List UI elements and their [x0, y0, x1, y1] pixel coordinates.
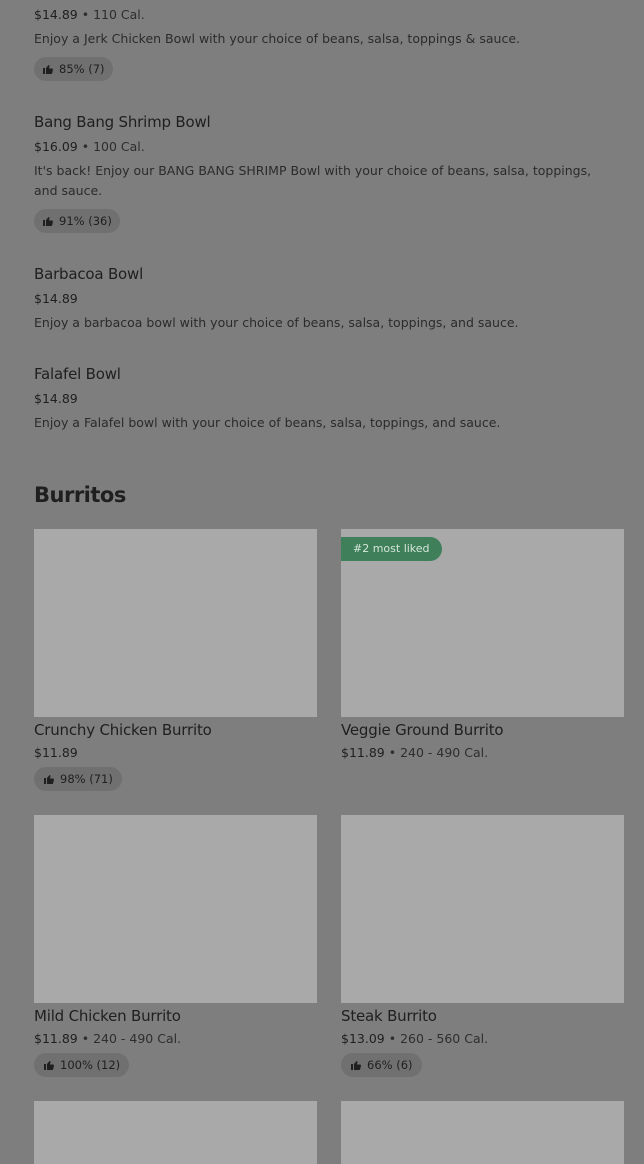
menu-item-name[interactable]: Falafel Bowl: [34, 365, 121, 383]
menu-item-price: $16.09 • 100 Cal.: [34, 139, 145, 154]
thumbs-up-icon: [43, 217, 53, 226]
thumbs-up-icon: [43, 65, 53, 74]
section-title: Burritos: [34, 483, 126, 507]
menu-item-price: $14.89: [34, 391, 78, 406]
menu-item-description: Enjoy a Falafel bowl with your choice of…: [34, 415, 501, 430]
menu-item-name[interactable]: Barbacoa Bowl: [34, 265, 143, 283]
menu-item-image[interactable]: [34, 815, 317, 1003]
rating-pill: 66% (6): [341, 1053, 422, 1077]
thumbs-up-icon: [351, 1061, 361, 1070]
menu-item-image[interactable]: [341, 815, 624, 1003]
menu-item-description: Enjoy a barbacoa bowl with your choice o…: [34, 315, 519, 330]
menu-item-price: $11.89 • 240 - 490 Cal.: [34, 1031, 182, 1046]
rating-pill: 100% (12): [34, 1053, 130, 1077]
menu-item-image[interactable]: [34, 1101, 317, 1164]
menu-item-image[interactable]: [34, 529, 317, 717]
menu-item-name[interactable]: Veggie Ground Burrito: [341, 721, 504, 739]
menu-item-description: It's back! Enjoy our BANG BANG SHRIMP Bo…: [34, 163, 592, 198]
menu-item-name[interactable]: Bang Bang Shrimp Bowl: [34, 113, 211, 131]
rating-pill: 98% (71): [34, 767, 122, 791]
menu-item-image[interactable]: [341, 1101, 624, 1164]
menu-item-price: $14.89 • 110 Cal.: [34, 7, 145, 22]
menu-item-name[interactable]: Mild Chicken Burrito: [34, 1007, 181, 1025]
menu-item-price: $11.89 • 240 - 490 Cal.: [341, 745, 489, 760]
rating-pill: 91% (36): [34, 209, 120, 233]
menu-item-price: $14.89: [34, 291, 78, 306]
menu-item-name[interactable]: Crunchy Chicken Burrito: [34, 721, 212, 739]
menu-item-name[interactable]: Steak Burrito: [341, 1007, 437, 1025]
menu-item-price: $13.09 • 260 - 560 Cal.: [341, 1031, 489, 1046]
most-liked-badge: #2 most liked: [341, 537, 442, 561]
menu-item-price: $11.89: [34, 745, 78, 760]
menu-item-description: Enjoy a Jerk Chicken Bowl with your choi…: [34, 31, 521, 46]
thumbs-up-icon: [44, 775, 54, 784]
rating-pill: 85% (7): [34, 57, 113, 81]
thumbs-up-icon: [44, 1061, 54, 1070]
